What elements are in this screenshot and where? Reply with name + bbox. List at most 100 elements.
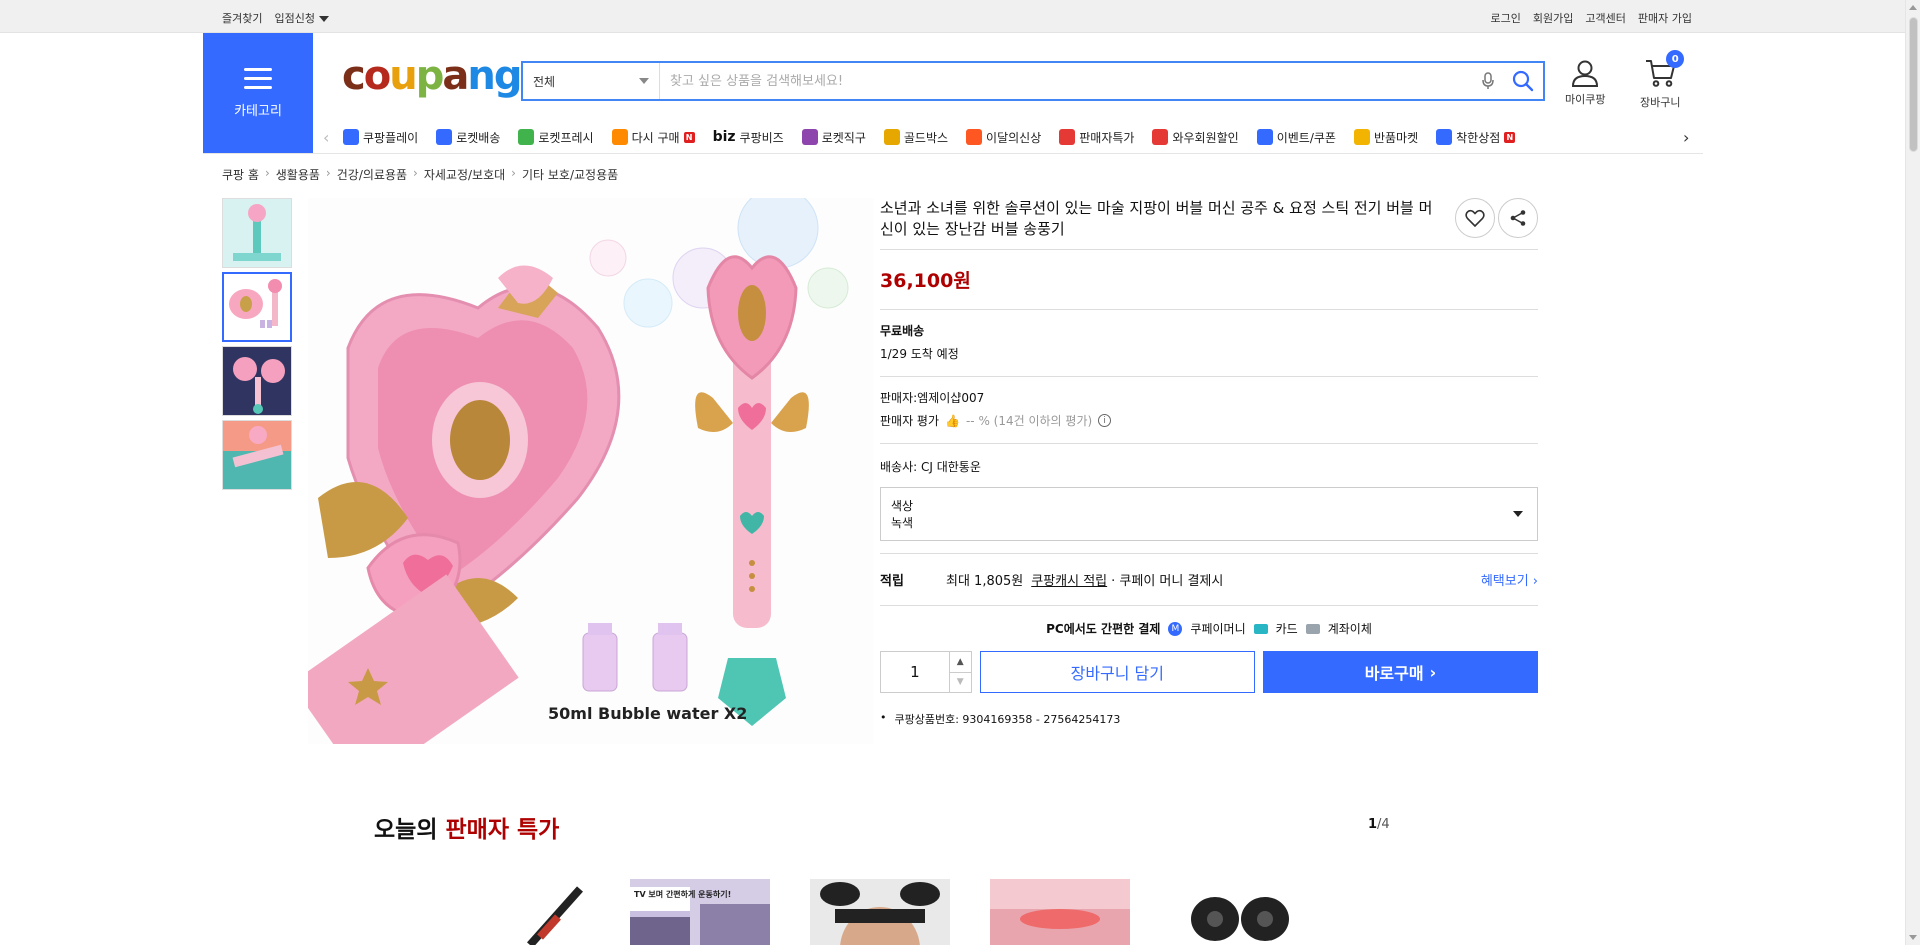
menu-item[interactable]: 골드박스: [883, 129, 948, 146]
option-label: 색상: [891, 499, 914, 513]
divider: [880, 376, 1538, 377]
option-select[interactable]: 색상 녹색: [880, 487, 1538, 541]
scroll-up-icon[interactable]: [1909, 5, 1917, 10]
pager-current: 1: [1368, 817, 1378, 832]
card-icon: [1253, 623, 1268, 634]
deal-product-card[interactable]: [990, 879, 1130, 945]
search-category-select[interactable]: 전체: [523, 63, 660, 99]
menu-item[interactable]: 이달의신상: [966, 129, 1041, 146]
chevron-right-icon: ›: [1429, 662, 1437, 682]
product-thumbnail[interactable]: [222, 346, 292, 416]
category-button[interactable]: 카테고리: [203, 33, 313, 153]
free-shipping-label: 무료배송: [880, 324, 925, 338]
category-label: 카테고리: [234, 103, 282, 119]
menu-item-label: 와우회원할인: [1172, 130, 1239, 145]
benefit-link[interactable]: 혜택보기 ›: [1481, 570, 1538, 589]
payment-intro: PC에서도 간편한 결제: [1046, 622, 1161, 636]
play-icon: [343, 129, 359, 145]
payment-bank: 계좌이체: [1327, 622, 1372, 636]
share-button[interactable]: [1498, 198, 1538, 238]
rocket-icon: [436, 129, 453, 145]
quantity-up-icon[interactable]: ▲: [949, 652, 971, 673]
menu-item[interactable]: 반품마켓: [1353, 129, 1418, 146]
return-market-icon: [1353, 129, 1370, 145]
seller-name[interactable]: 판매자:엠제이샵007: [880, 389, 1538, 406]
quantity-input[interactable]: 1: [881, 652, 949, 692]
divider: [880, 443, 1538, 444]
bookmark-link[interactable]: 즐겨찾기: [222, 10, 262, 26]
breadcrumb: 쿠팡 홈 › 생활용품 › 건강/의료용품 › 자세교정/보호대 › 기타 보호/교정용…: [222, 166, 619, 183]
menu-item[interactable]: 다시 구매 N: [611, 129, 695, 146]
breadcrumb-item[interactable]: 건강/의료용품: [337, 166, 407, 183]
product-main-image[interactable]: 50ml Bubble water X2: [308, 198, 874, 744]
product-thumbnail[interactable]: [222, 420, 292, 490]
deals-pager: 1/4: [1368, 817, 1390, 832]
search-icon[interactable]: [1503, 63, 1543, 99]
product-thumbnail[interactable]: [222, 198, 292, 268]
mycoupang-button[interactable]: 마이쿠팡: [1565, 58, 1605, 107]
coupang-cash-link[interactable]: 쿠팡캐시 적립: [1031, 570, 1107, 589]
customer-center-link[interactable]: 고객센터: [1585, 10, 1625, 26]
menu-item-label: 로켓직구: [821, 130, 866, 145]
deal-product-card[interactable]: [810, 879, 950, 945]
store-apply-link[interactable]: 입점신청: [274, 10, 329, 26]
rocket-global-icon: [801, 129, 818, 145]
buy-now-button[interactable]: 바로구매 ›: [1262, 651, 1538, 693]
deal-product-card[interactable]: [510, 879, 650, 945]
info-icon[interactable]: i: [1098, 414, 1112, 427]
deals-title-a: 오늘의: [374, 817, 438, 843]
rebuy-icon: [611, 129, 628, 145]
cart-button[interactable]: 0 장바구니: [1640, 50, 1685, 110]
deals-title: 오늘의 판매자 특가: [374, 810, 559, 844]
chevron-right-icon[interactable]: ›: [1683, 128, 1697, 147]
cart-label: 장바구니: [1640, 96, 1681, 109]
menu-item[interactable]: 와우회원할인: [1152, 129, 1239, 146]
login-link[interactable]: 로그인: [1491, 10, 1521, 26]
chevron-down-icon: [639, 78, 649, 84]
chevron-left-icon[interactable]: ‹: [323, 128, 337, 147]
arrival-date: 1/29 도착 예정: [880, 347, 959, 361]
product-thumbnail-selected[interactable]: [222, 272, 292, 342]
breadcrumb-item[interactable]: 자세교정/보호대: [424, 166, 505, 183]
pager-total: /4: [1377, 817, 1390, 832]
quantity-stepper: 1 ▲ ▼: [880, 651, 972, 693]
deal-tile-text: TV 보며 간편하게 운동하기!: [634, 889, 731, 899]
menu-item-label: 쿠팡플레이: [363, 130, 419, 145]
breadcrumb-item[interactable]: 기타 보호/교정용품: [522, 166, 618, 183]
deal-product-card[interactable]: TV 보며 간편하게 운동하기!: [630, 879, 770, 945]
caret-down-icon: [318, 16, 329, 22]
product-title: 소년과 소녀를 위한 솔루션이 있는 마술 지팡이 버블 머신 공주 & 요정 …: [880, 199, 1433, 238]
carrier: 배송사: CJ 대한통운: [880, 460, 981, 474]
divider: [203, 153, 1703, 154]
hamburger-icon: [244, 67, 272, 90]
scrollbar-thumb[interactable]: [1909, 17, 1918, 152]
menu-item[interactable]: 로켓배송: [436, 129, 500, 146]
deal-product-card[interactable]: [1170, 879, 1310, 945]
menu-item[interactable]: 로켓프레시: [518, 129, 594, 146]
menu-item[interactable]: 판매자특가: [1059, 129, 1134, 146]
search-input[interactable]: [660, 63, 1473, 99]
seller-signup-link[interactable]: 판매자 가입: [1638, 10, 1692, 26]
menu-item-label: 판매자특가: [1079, 130, 1135, 145]
quantity-down-icon[interactable]: ▼: [950, 673, 971, 693]
menu-item[interactable]: 쿠팡플레이: [343, 129, 418, 146]
chevron-down-icon: [1513, 511, 1523, 517]
wishlist-button[interactable]: [1455, 198, 1495, 238]
payment-coupay: 쿠페이머니: [1190, 622, 1246, 636]
add-to-cart-button[interactable]: 장바구니 담기: [979, 651, 1255, 693]
mic-icon[interactable]: [1473, 63, 1503, 99]
product-info: 소년과 소녀를 위한 솔루션이 있는 마술 지팡이 버블 머신 공주 & 요정 …: [880, 198, 1538, 727]
scroll-down-icon[interactable]: [1909, 935, 1917, 940]
menu-item[interactable]: 착한상점 N: [1436, 129, 1516, 146]
breadcrumb-item[interactable]: 쿠팡 홈: [222, 166, 259, 183]
menu-item[interactable]: 로켓직구: [801, 129, 866, 146]
reward-condition: · 쿠페이 머니 결제시: [1111, 574, 1224, 589]
coupang-logo[interactable]: coupang: [342, 56, 522, 96]
signup-link[interactable]: 회원가입: [1533, 10, 1573, 26]
menu-item[interactable]: biz 쿠팡비즈: [713, 129, 784, 146]
menu-item-label: 로켓프레시: [538, 130, 594, 145]
deals-title-b: 판매자 특가: [445, 817, 560, 843]
vertical-scrollbar[interactable]: [1905, 0, 1920, 945]
menu-item[interactable]: 이벤트/쿠폰: [1256, 129, 1336, 146]
breadcrumb-item[interactable]: 생활용품: [276, 166, 320, 183]
